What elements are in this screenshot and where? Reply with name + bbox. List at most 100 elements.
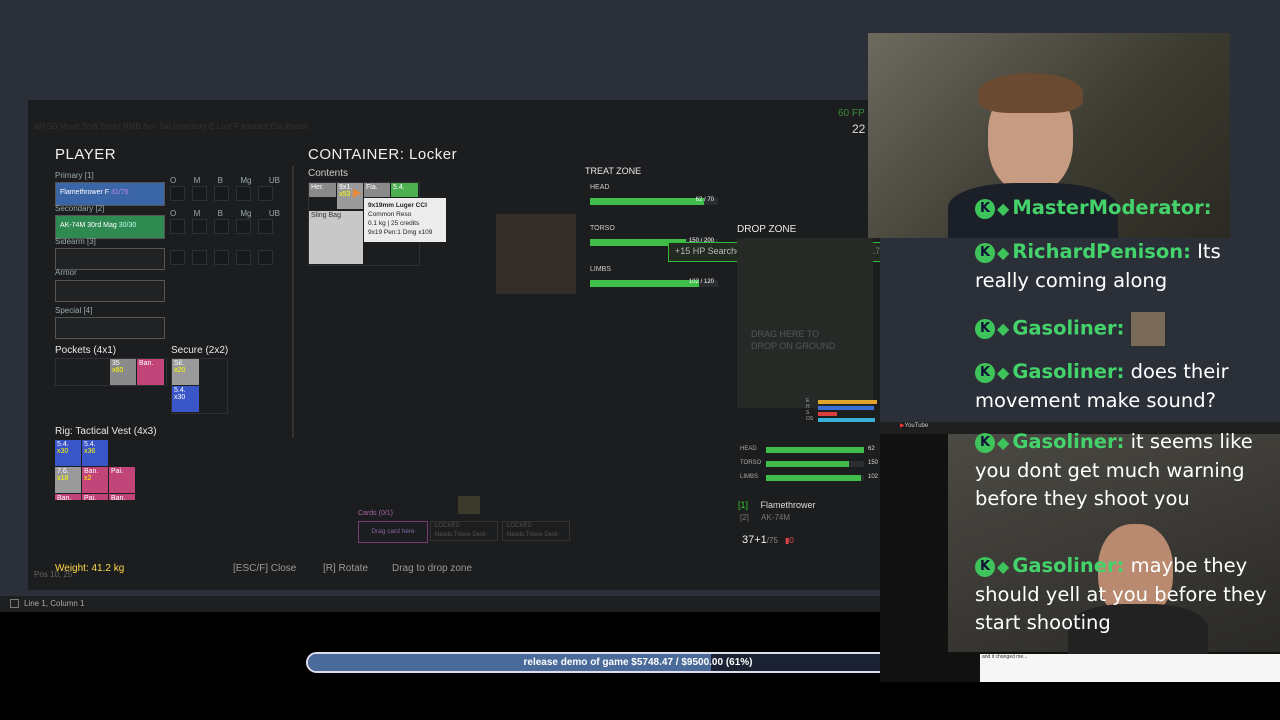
rig-title: Rig: Tactical Vest (4x3) [55,426,157,437]
pocket-item[interactable]: Ban. [137,359,164,385]
rig-item[interactable]: Ban. [55,494,81,500]
mod-slot[interactable] [214,219,229,234]
treat-health-bar[interactable]: 102 / 120 [590,279,718,287]
secure-item[interactable]: Sil. x20 [172,359,199,385]
rig-item[interactable]: Ban. x2 [82,467,108,493]
mod-slot[interactable] [236,219,251,234]
container-item[interactable]: Fla. [364,183,390,197]
card-slot[interactable]: Drag card here [358,521,428,543]
mod-slot[interactable] [214,186,229,201]
treat-health-fill [590,280,699,287]
secondary-weapon[interactable]: AK-74M 30rd Mag 30/30 [58,221,162,230]
container-item[interactable]: 9x1. x53 [337,183,363,209]
slot-label-armor: Armor [55,268,77,277]
tooltip-weight: 0.1 kg | 25 credits [368,220,420,227]
mod-slot[interactable] [236,186,251,201]
game-window[interactable]: WASD Move Shift Sprint RMB Aim Tab Inven… [28,100,880,590]
rig-item[interactable]: 7.6. x18 [55,467,81,493]
slot-label-sidearm: Sidearm [3] [55,237,96,246]
mini-health-value: 62 [868,446,875,452]
slot-label-special: Special [4] [55,306,93,315]
fps-counter: 60 FP [838,108,865,119]
chat-message: K ◆ MasterModerator: [975,194,1275,223]
chat-username: Gasoliner: [1012,316,1125,340]
primary-slot[interactable]: Flamethrower F 31/75 [55,182,165,206]
item-tooltip: 9x19mm Luger CCI Common Reso 0.1 kg | 25… [364,198,446,242]
mini-health-fill [766,475,862,481]
item-label: 35 [112,360,120,367]
weapon-hud: [1] Flamethrower [738,500,816,510]
mod-slot[interactable] [258,186,273,201]
sling-bag-item[interactable]: Sling Bag [309,211,363,264]
chat-username: Gasoliner: [1012,430,1125,453]
mini-health-label: LIMBS [740,474,759,480]
chat-message: K ◆ RichardPenison: Its really coming alon… [975,238,1275,295]
mini-health-label: HEAD [740,446,757,452]
hint-drop: Drag to drop zone [392,563,473,574]
pockets-grid[interactable]: 35 x60 Ban. [55,358,167,386]
treat-part-label: TORSO [590,225,615,232]
locked-label: LOCKED [435,523,460,529]
rig-item[interactable]: 5.4. x36 [82,440,108,466]
mod-slot[interactable] [258,219,273,234]
slot-label-primary: Primary [1] [55,171,94,180]
mod-slot[interactable] [214,250,229,265]
mod-slot[interactable] [192,250,207,265]
weapon-alt-name: AK-74M [761,513,791,522]
container-item[interactable]: Her. [309,183,336,197]
mod-label: B [217,209,223,218]
mod-slot[interactable] [170,250,185,265]
drop-hint-line: DROP ON GROUND [751,341,836,351]
container-item[interactable]: 5.4. [391,183,418,197]
ammo-counter: 37+1/75 ▮0 [742,534,794,546]
round-counter: 22 [852,122,866,136]
special-slot[interactable] [55,317,165,339]
cursor-position: Line 1, Column 1 [24,599,85,608]
rig-item[interactable]: Pai. [82,494,108,500]
mod-slot[interactable] [192,186,207,201]
treat-part-label: HEAD [590,184,610,191]
armor-slot[interactable] [55,280,165,302]
youtube-label: YouTube [904,423,929,429]
chat-username: RichardPenison: [1012,240,1191,263]
meter-bar [818,418,876,422]
secure-grid[interactable]: Sil. x20 5.4. x30 [171,358,228,414]
mod-slot[interactable] [192,219,207,234]
hp-max: 120 [703,279,714,285]
diamond-icon: ◆ [997,242,1010,262]
item-label: Ban. [139,360,154,367]
rig-item[interactable]: 5.4. x30 [55,440,81,466]
diamond-icon: ◆ [997,432,1010,452]
pocket-item[interactable]: 35 x60 [110,359,136,385]
drop-zone[interactable]: DRAG HERE TO DROP ON GROUND [737,238,873,408]
sidearm-slot[interactable] [55,248,165,270]
ammo-value: 37+1 [742,534,767,546]
treat-part-label: LIMBS [590,266,612,273]
emote-image [1130,312,1165,346]
item-label: Ban. [84,468,99,475]
treat-health-bar[interactable]: 62 / 70 [590,197,718,205]
mod-slot[interactable] [170,186,185,201]
treat-zone-title: TREAT ZONE [585,166,642,176]
secondary-ammo: 30/30 [118,222,137,229]
contents-label: Contents [308,168,349,179]
rig-item[interactable]: Pai. [109,467,135,493]
mod-slot[interactable] [170,219,185,234]
ammo-pip-icon: ▮0 [784,536,794,545]
secure-item[interactable]: 5.4. x30 [172,386,199,412]
mod-label: M [193,176,201,185]
mod-slot[interactable] [236,250,251,265]
primary-weapon[interactable]: Flamethrower F 31/75 [58,188,162,197]
hint-rotate: [R] Rotate [323,563,369,574]
toast-text: +15 HP Searched [675,246,747,256]
item-label: Ban. [111,495,126,500]
secondary-weapon-name: AK-74M 30rd Mag [60,222,117,229]
mini-health-value: 150 [868,460,879,466]
locked-card-slot: LOCKED Needs Triune Deck [502,521,570,541]
rig-item[interactable]: Ban. [109,494,135,500]
rig-grid[interactable]: 5.4. x30 5.4. x36 7.6. x18 Ban. x2 Pai. Ban. Pai. B… [55,440,165,500]
chat-message: K ◆ Gasoliner: does their movement make so… [975,358,1275,415]
mod-slot[interactable] [258,250,273,265]
secondary-slot[interactable]: AK-74M 30rd Mag 30/30 [55,215,165,239]
item-count: x30 [57,448,69,455]
